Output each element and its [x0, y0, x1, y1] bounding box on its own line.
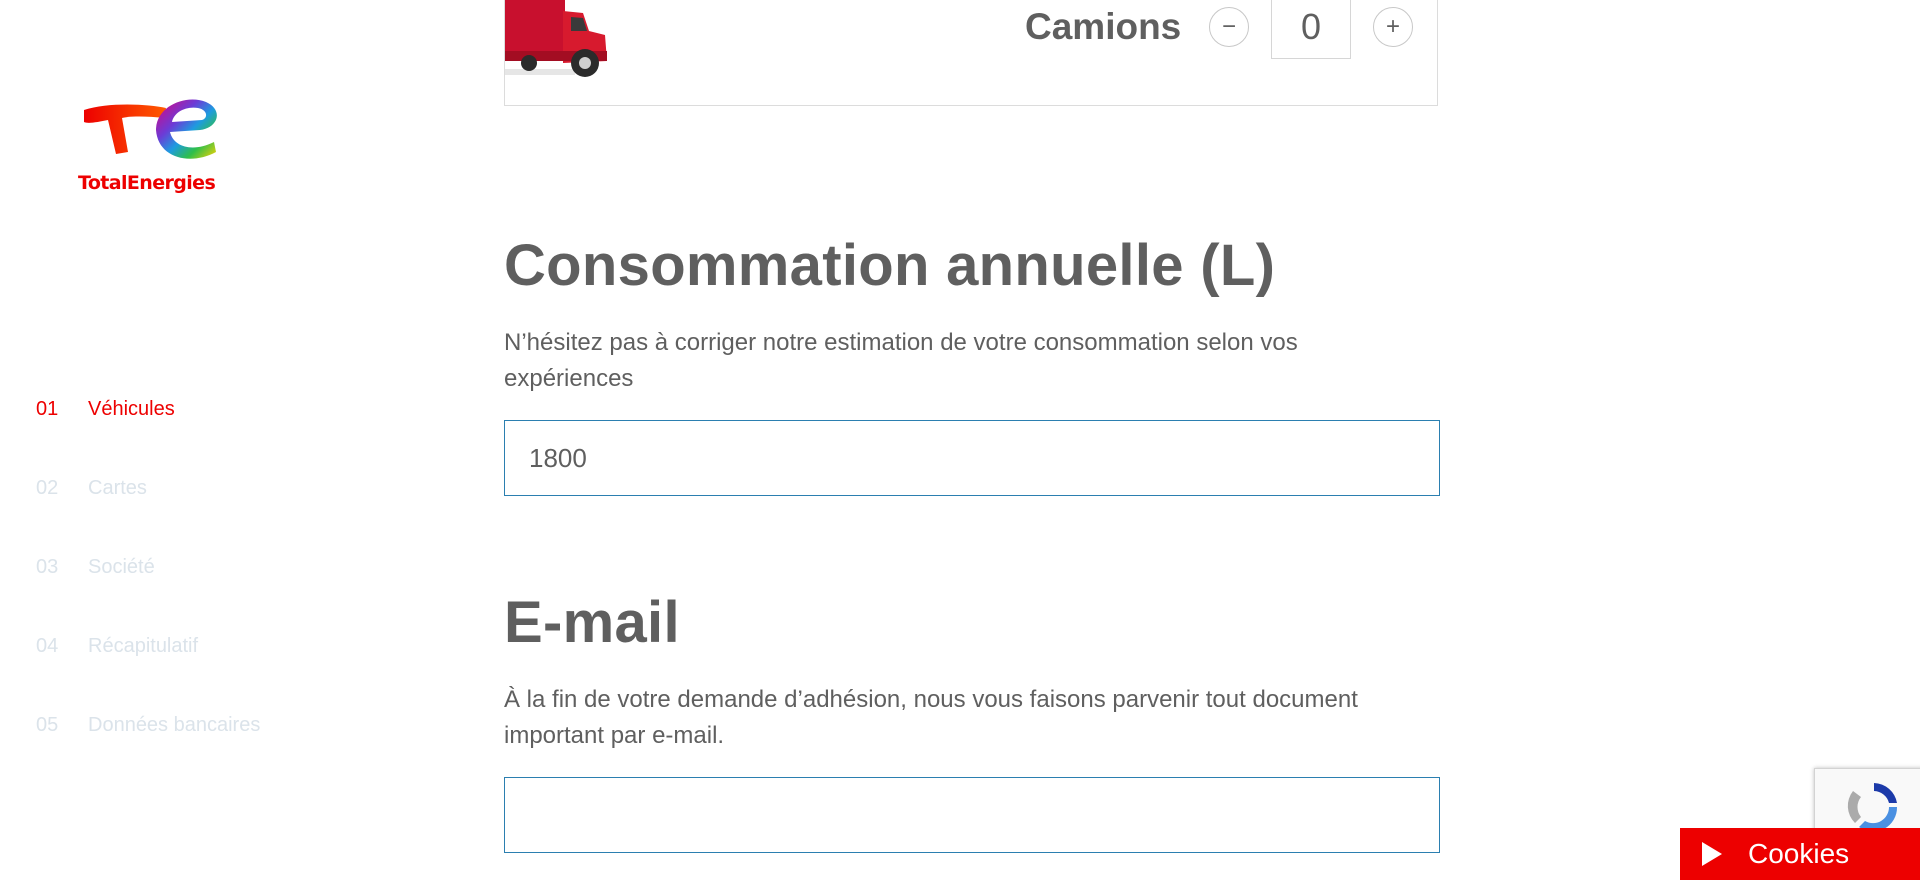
- vehicle-type-label: Camions: [1025, 6, 1182, 47]
- logo-text: TotalEnergies: [78, 172, 216, 194]
- quantity-value[interactable]: 0: [1271, 0, 1351, 59]
- step-recapitulatif[interactable]: 04 Récapitulatif: [36, 607, 260, 686]
- step-navigation: 01 Véhicules 02 Cartes 03 Société 04 Réc…: [36, 370, 260, 765]
- step-cartes[interactable]: 02 Cartes: [36, 449, 260, 528]
- email-title: E-mail: [504, 590, 680, 655]
- step-label: Données bancaires: [88, 714, 261, 736]
- plus-icon: +: [1385, 13, 1400, 40]
- step-vehicules[interactable]: 01 Véhicules: [36, 370, 260, 449]
- step-number: 03: [36, 556, 59, 578]
- step-number: 04: [36, 635, 59, 657]
- step-label: Véhicules: [88, 398, 175, 420]
- play-icon: [1702, 842, 1722, 866]
- step-number: 05: [36, 714, 59, 736]
- email-description: À la fin de votre demande d’adhésion, no…: [504, 686, 1358, 749]
- step-label: Cartes: [88, 477, 147, 499]
- increase-quantity-button[interactable]: +: [1373, 7, 1413, 47]
- logo-mark-icon: [84, 99, 217, 159]
- step-donnees-bancaires[interactable]: 05 Données bancaires: [36, 686, 260, 765]
- cookies-button[interactable]: Cookies: [1680, 828, 1920, 880]
- step-societe[interactable]: 03 Société: [36, 528, 260, 607]
- consumption-title: Consommation annuelle (L): [504, 233, 1276, 298]
- decrease-quantity-button[interactable]: −: [1209, 7, 1249, 47]
- step-label: Société: [88, 556, 155, 578]
- consumption-description: N’hésitez pas à corriger notre estimatio…: [504, 329, 1298, 392]
- truck-icon: [505, 0, 607, 77]
- vehicle-card-camions: Camions − 0 +: [504, 0, 1438, 106]
- totalenergies-logo[interactable]: TotalEnergies: [78, 92, 226, 202]
- step-number: 01: [36, 398, 59, 420]
- cookies-label: Cookies: [1748, 838, 1850, 869]
- step-number: 02: [36, 477, 59, 499]
- step-label: Récapitulatif: [88, 635, 199, 657]
- consumption-input[interactable]: [504, 420, 1440, 496]
- email-input[interactable]: [504, 777, 1440, 853]
- minus-icon: −: [1221, 13, 1236, 40]
